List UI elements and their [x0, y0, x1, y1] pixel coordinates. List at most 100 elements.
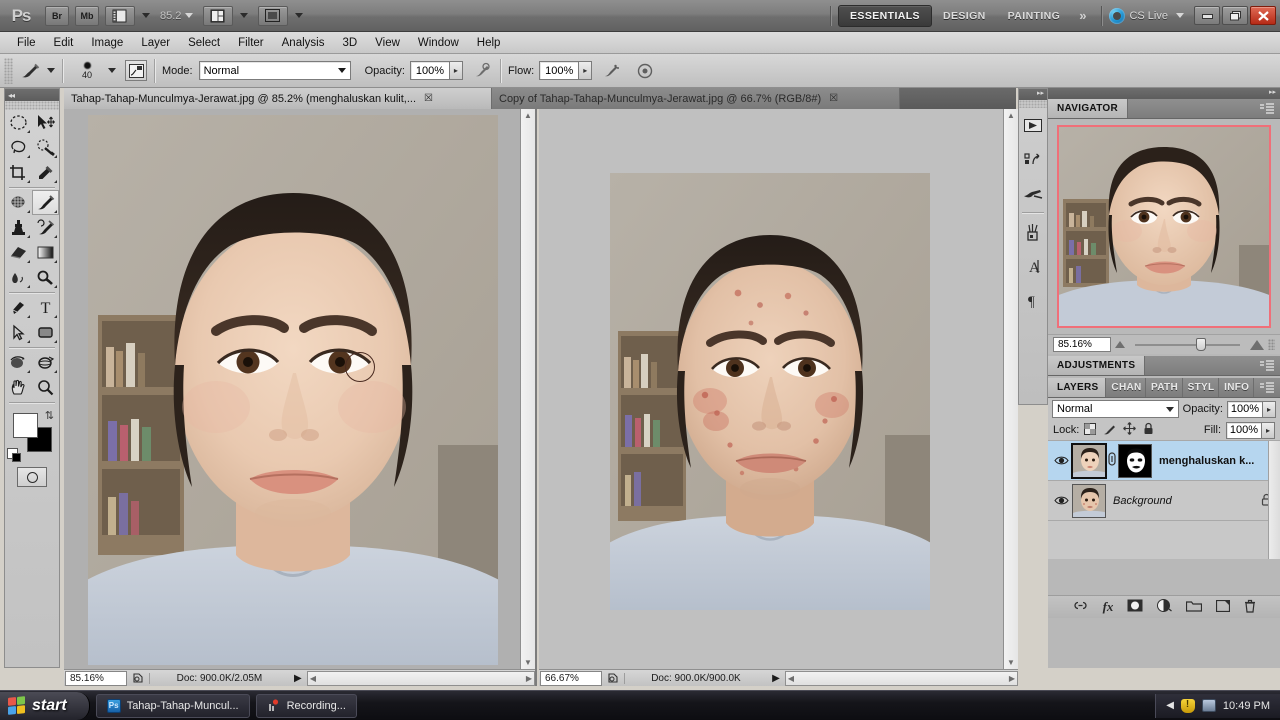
- add-layer-style-icon[interactable]: fx: [1103, 599, 1114, 615]
- document-tab-2[interactable]: Copy of Tahap-Tahap-Munculmya-Jerawat.jp…: [492, 88, 900, 109]
- restore-button[interactable]: [1222, 6, 1248, 25]
- brushes-panel-icon[interactable]: [1019, 215, 1047, 249]
- quick-selection-tool-icon[interactable]: [32, 135, 59, 160]
- default-colors-icon[interactable]: [7, 448, 18, 459]
- menu-select[interactable]: Select: [179, 35, 229, 51]
- layer-visibility-toggle-2[interactable]: [1050, 495, 1072, 506]
- tools-panel-collapse-button[interactable]: ◂◂: [5, 89, 59, 101]
- new-adjustment-layer-icon[interactable]: [1157, 599, 1172, 615]
- hand-tool-icon[interactable]: [5, 375, 32, 400]
- layer-thumbnail-2[interactable]: [1072, 484, 1106, 518]
- brush-size-picker[interactable]: 40: [70, 62, 104, 80]
- launch-mini-bridge-button[interactable]: Mb: [75, 6, 99, 26]
- layer-thumbnail-1[interactable]: [1072, 444, 1106, 478]
- navigator-panel-menu-icon[interactable]: [1254, 99, 1280, 118]
- document-2-horizontal-scrollbar[interactable]: ◀▶: [785, 671, 1018, 686]
- zoom-level-dropdown-arrow[interactable]: [185, 13, 193, 18]
- network-icon[interactable]: [1202, 699, 1216, 712]
- layers-opacity-value[interactable]: 100%: [1227, 401, 1263, 418]
- new-group-icon[interactable]: [1186, 600, 1202, 615]
- tool-preset-picker[interactable]: [17, 60, 43, 82]
- brush-preset-dropdown-arrow[interactable]: [108, 68, 116, 73]
- menu-help[interactable]: Help: [468, 35, 510, 51]
- menu-layer[interactable]: Layer: [132, 35, 179, 51]
- tool-presets-panel-icon[interactable]: [1019, 176, 1047, 210]
- menu-view[interactable]: View: [366, 35, 409, 51]
- workspace-tab-design[interactable]: DESIGN: [932, 6, 997, 26]
- tab-paths[interactable]: PATH: [1146, 378, 1183, 397]
- screen-mode-dropdown-arrow[interactable]: [295, 13, 303, 18]
- document-2-zoom-field[interactable]: 66.67%: [540, 671, 602, 686]
- swap-colors-icon[interactable]: ⇅: [45, 409, 54, 422]
- document-1-image[interactable]: [88, 115, 498, 665]
- layers-opacity-slider-arrow[interactable]: ▸: [1263, 401, 1276, 418]
- rail-gripper[interactable]: [1019, 100, 1047, 108]
- security-alert-icon[interactable]: [1181, 699, 1195, 713]
- document-tab-1-close-icon[interactable]: ☒: [424, 93, 433, 104]
- table-row[interactable]: Background: [1048, 481, 1280, 521]
- layers-blend-mode-select[interactable]: Normal: [1052, 400, 1179, 418]
- new-layer-icon[interactable]: [1216, 600, 1230, 615]
- brush-tool-icon[interactable]: [32, 190, 59, 215]
- document-1-zoom-field[interactable]: 85.16%: [65, 671, 127, 686]
- path-selection-tool-icon[interactable]: [5, 320, 32, 345]
- launch-bridge-button[interactable]: Br: [45, 6, 69, 26]
- document-2-canvas[interactable]: [539, 109, 1003, 669]
- dodge-tool-icon[interactable]: [32, 265, 59, 290]
- view-extras-dropdown-arrow[interactable]: [142, 13, 150, 18]
- layers-list-scrollbar[interactable]: [1268, 441, 1280, 559]
- show-hidden-icons-icon[interactable]: ◀: [1166, 700, 1174, 711]
- document-tab-1[interactable]: Tahap-Tahap-Munculmya-Jerawat.jpg @ 85.2…: [64, 88, 492, 109]
- lock-transparent-pixels-icon[interactable]: [1084, 423, 1096, 438]
- navigator-thumbnail-area[interactable]: [1048, 119, 1280, 334]
- lasso-tool-icon[interactable]: [5, 135, 32, 160]
- rail-expand-button[interactable]: ▸▸: [1019, 89, 1047, 100]
- opacity-value[interactable]: 100%: [410, 61, 450, 80]
- flow-slider-arrow[interactable]: ▸: [579, 61, 592, 80]
- tab-channels[interactable]: CHAN: [1106, 378, 1146, 397]
- move-tool-icon[interactable]: [32, 110, 59, 135]
- menu-edit[interactable]: Edit: [45, 35, 83, 51]
- delete-layer-icon[interactable]: [1244, 599, 1256, 616]
- 3d-rotate-tool-icon[interactable]: [5, 350, 32, 375]
- document-2-info-icon[interactable]: [602, 672, 624, 684]
- navigator-zoom-field[interactable]: 85.16%: [1053, 337, 1111, 352]
- eraser-tool-icon[interactable]: [5, 240, 32, 265]
- actions-panel-icon[interactable]: [1019, 142, 1047, 176]
- panel-dock-collapse-button[interactable]: ▸▸: [1048, 88, 1280, 99]
- options-bar-gripper[interactable]: [4, 58, 13, 84]
- menu-3d[interactable]: 3D: [333, 35, 366, 51]
- navigator-zoom-slider[interactable]: [1135, 344, 1240, 346]
- opacity-pressure-toggle[interactable]: [471, 60, 493, 82]
- document-tab-2-close-icon[interactable]: ☒: [829, 93, 838, 104]
- document-2-image[interactable]: [610, 173, 930, 610]
- foreground-color-swatch[interactable]: [13, 413, 38, 438]
- menu-window[interactable]: Window: [409, 35, 468, 51]
- zoom-level-display[interactable]: 85.2: [160, 10, 181, 22]
- lock-position-icon[interactable]: [1123, 422, 1136, 438]
- zoom-out-icon[interactable]: [1115, 341, 1125, 348]
- layers-fill-value[interactable]: 100%: [1226, 422, 1262, 439]
- size-pressure-toggle[interactable]: [634, 60, 656, 82]
- airbrush-toggle-button[interactable]: [600, 60, 622, 82]
- document-1-status-menu-arrow[interactable]: ▶: [289, 673, 307, 684]
- arrange-documents-button[interactable]: [203, 6, 233, 26]
- start-button[interactable]: start: [0, 692, 90, 720]
- navigator-resize-gripper[interactable]: [1268, 339, 1275, 350]
- tab-layers[interactable]: LAYERS: [1048, 378, 1106, 397]
- menu-filter[interactable]: Filter: [229, 35, 273, 51]
- history-panel-icon[interactable]: [1019, 108, 1047, 142]
- layer-visibility-toggle-1[interactable]: [1050, 455, 1072, 466]
- close-button[interactable]: [1250, 6, 1276, 25]
- paragraph-panel-icon[interactable]: ¶: [1019, 283, 1047, 317]
- taskbar-item-photoshop[interactable]: Ps Tahap-Tahap-Muncul...: [96, 694, 250, 718]
- navigator-zoom-slider-thumb[interactable]: [1196, 338, 1206, 351]
- history-brush-tool-icon[interactable]: [32, 215, 59, 240]
- tools-panel-gripper[interactable]: [5, 101, 59, 110]
- edit-in-quick-mask-icon[interactable]: [17, 467, 47, 487]
- opacity-control[interactable]: 100% ▸: [410, 61, 463, 80]
- cs-live-button[interactable]: CS Live: [1109, 8, 1184, 24]
- navigator-thumbnail[interactable]: [1059, 127, 1269, 326]
- document-2-vertical-scrollbar[interactable]: ▲▼: [1003, 109, 1018, 669]
- screen-mode-button[interactable]: [258, 6, 288, 26]
